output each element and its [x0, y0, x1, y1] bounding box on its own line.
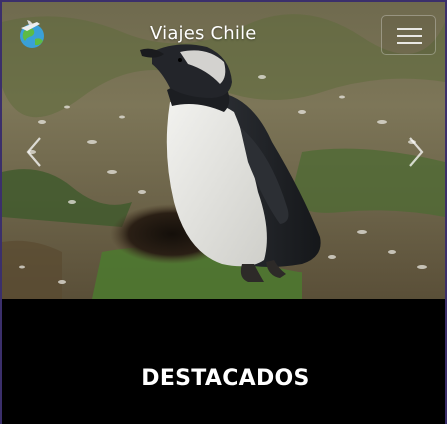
brand-title[interactable]: Viajes Chile — [150, 23, 257, 44]
hamburger-menu-icon — [397, 35, 422, 37]
chevron-left-icon — [26, 137, 41, 167]
carousel-next-button[interactable] — [402, 134, 428, 170]
navbar: Viajes Chile — [2, 2, 445, 64]
page-frame: Viajes Chile DESTACADOS — [0, 0, 447, 424]
hamburger-menu-icon — [397, 42, 422, 44]
hero-carousel: Viajes Chile — [2, 2, 445, 299]
featured-section: DESTACADOS — [2, 299, 445, 424]
chevron-right-icon — [409, 137, 424, 167]
hamburger-menu-button[interactable] — [381, 15, 436, 55]
featured-title: DESTACADOS — [141, 366, 310, 391]
carousel-prev-button[interactable] — [22, 134, 48, 170]
globe-plane-logo-icon[interactable] — [15, 17, 49, 51]
hamburger-menu-icon — [397, 28, 422, 30]
